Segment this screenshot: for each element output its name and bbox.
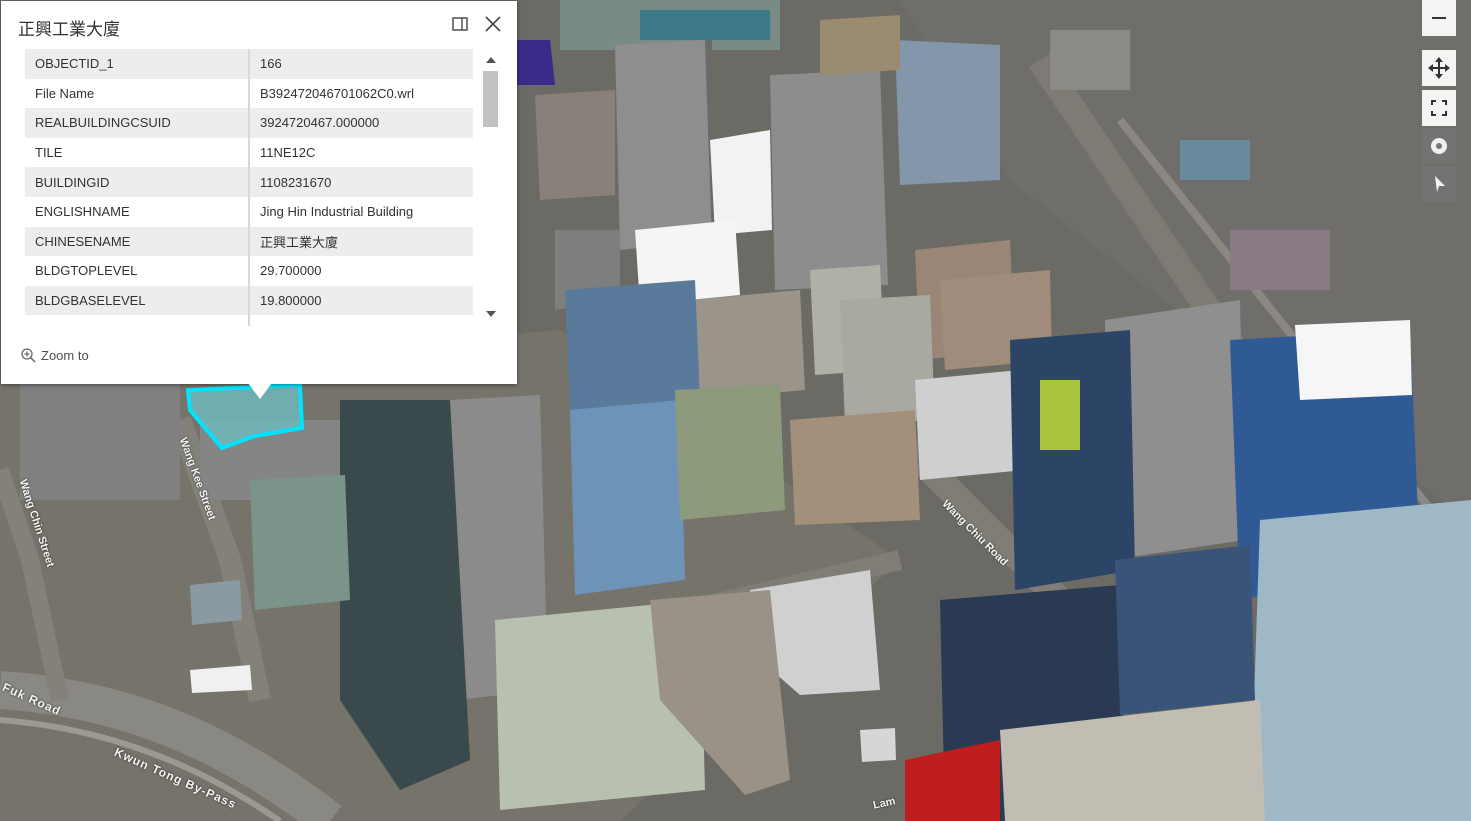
close-icon [485, 16, 501, 32]
popup-pointer [248, 383, 272, 399]
attribute-row: CHINESENAME 正興工業大廈 [25, 226, 473, 257]
attribute-row: OBJECTID_1 166 [25, 49, 473, 79]
attribute-value: Jing Hin Industrial Building [249, 196, 473, 227]
attribute-field-name: File Name [25, 78, 250, 109]
attribute-field-name: BLDGTOPLEVEL [25, 256, 250, 286]
attribute-field-name: BUILDINGID [25, 167, 250, 197]
scroll-thumb[interactable] [483, 71, 498, 127]
attribute-value: 3924720467.000000 [249, 108, 473, 138]
popup-scrollbar[interactable] [481, 53, 501, 327]
attribute-value: 166 [249, 49, 473, 79]
fullscreen-icon [1431, 100, 1447, 116]
pan-icon [1428, 57, 1450, 79]
attribute-row: File Name B392472046701062C0.wrl [25, 78, 473, 109]
dock-icon [452, 17, 468, 31]
attribute-row: TILE 11NE12C [25, 137, 473, 168]
attribute-row: REALBUILDINGCSUID 3924720467.000000 [25, 108, 473, 138]
attribute-value: B392472046701062C0.wrl [249, 78, 473, 109]
attribute-row-partial [25, 315, 473, 326]
attribute-field-name: REALBUILDINGCSUID [25, 108, 250, 138]
attribute-row: ENGLISHNAME Jing Hin Industrial Building [25, 196, 473, 227]
scroll-down-icon[interactable] [486, 311, 496, 317]
fullscreen-button[interactable] [1422, 90, 1456, 126]
compass-icon [1435, 176, 1445, 192]
attribute-field-name: BLDGBASELEVEL [25, 285, 250, 316]
scroll-up-icon[interactable] [486, 57, 496, 63]
attribute-row: BLDGBASELEVEL 19.800000 [25, 285, 473, 316]
zoom-out-button[interactable] [1422, 0, 1456, 36]
attribute-field-name: TILE [25, 137, 250, 168]
attribute-table-container[interactable]: OBJECTID_1 166 File Name B392472046701062C0… [25, 49, 473, 326]
compass-button[interactable] [1422, 166, 1456, 202]
zoom-out-icon [1432, 17, 1446, 19]
attribute-value: 1108231670 [249, 167, 473, 197]
attribute-value: 29.700000 [249, 256, 473, 286]
zoom-to-button[interactable]: Zoom to [20, 347, 89, 363]
attribute-value [249, 315, 473, 326]
attribute-field-name: OBJECTID_1 [25, 49, 250, 79]
attribute-field-name: ENGLISHNAME [25, 196, 250, 227]
attribute-field-name: CHINESENAME [25, 226, 250, 257]
close-button[interactable] [482, 13, 504, 35]
zoom-to-label: Zoom to [41, 347, 89, 363]
record-button[interactable] [1422, 128, 1456, 164]
popup-title: 正興工業大廈 [18, 20, 120, 40]
attribute-field-name [25, 315, 250, 326]
attribute-row: BUILDINGID 1108231670 [25, 167, 473, 197]
attribute-row: BLDGTOPLEVEL 29.700000 [25, 256, 473, 286]
attribute-value: 正興工業大廈 [249, 226, 473, 257]
dock-button[interactable] [449, 13, 471, 35]
attribute-value: 19.800000 [249, 285, 473, 316]
pan-button[interactable] [1422, 50, 1456, 86]
attribute-table: OBJECTID_1 166 File Name B392472046701062C0… [25, 49, 473, 326]
map-toolbar [1422, 0, 1456, 202]
record-icon [1431, 138, 1447, 154]
zoom-in-icon [21, 348, 36, 363]
attribute-value: 11NE12C [249, 137, 473, 168]
feature-popup: 正興工業大廈 OBJECTID_1 166 File Name B3924720467… [1, 1, 517, 384]
